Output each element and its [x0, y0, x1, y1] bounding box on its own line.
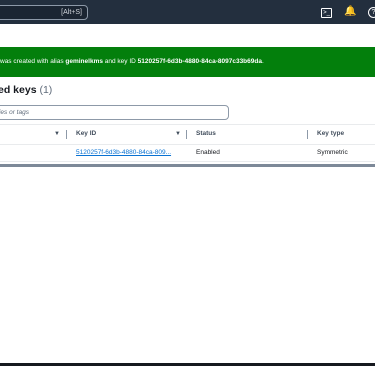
- column-header-status[interactable]: Status: [196, 124, 216, 144]
- sort-caret-icon[interactable]: ▼: [175, 124, 181, 144]
- bell-icon[interactable]: 🔔: [344, 6, 356, 18]
- section-title-text: ed keys: [0, 84, 37, 96]
- table-row-bottom-border: [0, 161, 375, 162]
- success-banner: was created with alias geminelkms and ke…: [0, 47, 375, 77]
- top-navigation-bar: [Alt+S] >_ 🔔 ?: [0, 0, 375, 24]
- horizontal-scrollbar[interactable]: [0, 164, 375, 167]
- column-divider[interactable]: [186, 130, 187, 139]
- help-icon[interactable]: ?: [368, 7, 375, 18]
- banner-text-suffix: .: [261, 58, 264, 65]
- status-cell: Enabled: [196, 149, 220, 156]
- banner-key-id: 5120257f-6d3b-4880-84ca-8097c33b69da: [137, 58, 262, 65]
- column-divider[interactable]: [307, 130, 308, 139]
- search-input[interactable]: [Alt+S]: [0, 5, 88, 20]
- table-header-bottom-border: [0, 144, 375, 145]
- banner-alias: geminelkms: [65, 58, 103, 65]
- search-shortcut-hint: [Alt+S]: [61, 9, 82, 16]
- column-header-key-id[interactable]: Key ID: [76, 124, 96, 144]
- cloudshell-icon[interactable]: >_: [321, 8, 332, 18]
- banner-text-prefix: was created with alias: [0, 58, 66, 65]
- key-id-link[interactable]: 5120257f-6d3b-4880-84ca-809...: [76, 146, 171, 160]
- banner-text-middle: and key ID: [102, 58, 138, 65]
- key-type-cell: Symmetric: [317, 149, 348, 156]
- sort-caret-icon[interactable]: ▼: [54, 124, 60, 144]
- section-count: (1): [39, 84, 53, 96]
- column-divider[interactable]: [66, 130, 67, 139]
- filter-input[interactable]: rties or tags: [0, 105, 229, 120]
- column-header-key-type[interactable]: Key type: [317, 124, 344, 144]
- section-title: ed keys (1): [0, 84, 52, 96]
